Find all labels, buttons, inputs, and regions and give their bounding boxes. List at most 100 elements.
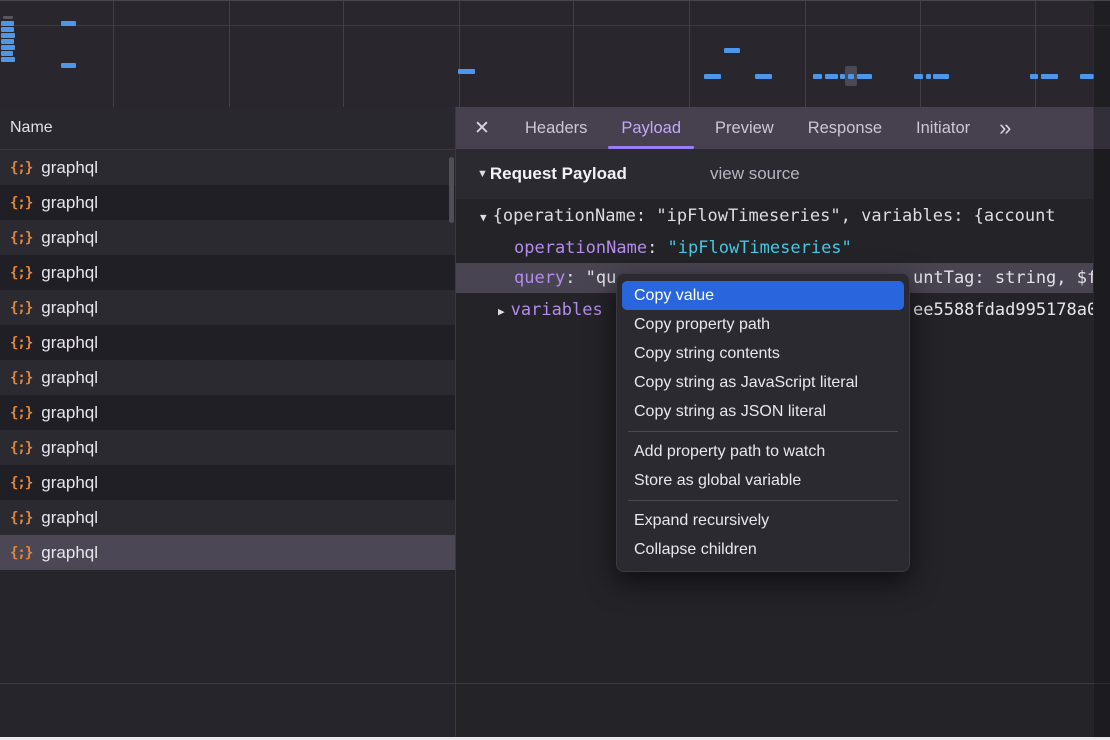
timeline-bar	[61, 63, 76, 68]
request-row[interactable]: {;}graphql	[0, 255, 455, 290]
request-row[interactable]: {;}graphql	[0, 360, 455, 395]
property-expander-icon: ▶	[498, 305, 505, 318]
timeline-bar	[1, 21, 14, 26]
json-braces-icon: {;}	[10, 265, 32, 281]
name-column-header[interactable]: Name	[0, 107, 455, 150]
object-preview-text: {operationName: "ipFlowTimeseries", vari…	[493, 206, 1056, 226]
property-key: variables	[511, 300, 603, 320]
json-braces-icon: {;}	[10, 160, 32, 176]
timeline-gridline	[459, 1, 460, 107]
request-row[interactable]: {;}graphql	[0, 325, 455, 360]
tab-initiator[interactable]: Initiator	[899, 107, 987, 149]
menu-item-expand-recursively[interactable]: Expand recursively	[622, 506, 904, 535]
timeline-bar	[1, 27, 14, 32]
request-payload-section-header[interactable]: ▼ Request Payload view source	[456, 149, 1093, 199]
request-list-panel: Name {;}graphql{;}graphql{;}graphql{;}gr…	[0, 107, 455, 737]
timeline-bar	[933, 74, 949, 79]
timeline-bar	[1, 57, 15, 62]
request-row[interactable]: {;} graphql	[0, 430, 455, 465]
list-scrollbar-thumb[interactable]	[449, 157, 454, 223]
menu-item-copy-value[interactable]: Copy value	[622, 281, 904, 310]
timeline-gridline	[805, 1, 806, 107]
devtools-network-panel: Name {;}graphql{;}graphql{;}graphql{;}gr…	[0, 0, 1110, 740]
context-menu: Copy valueCopy property pathCopy string …	[616, 273, 910, 572]
timeline-bar	[914, 74, 923, 79]
object-expander-icon: ▼	[480, 211, 487, 224]
request-row[interactable]: {;} graphql	[0, 220, 455, 255]
menu-item-copy-string-contents[interactable]: Copy string contents	[622, 339, 904, 368]
key-separator: :	[647, 238, 667, 258]
timeline-gridline	[113, 1, 114, 107]
more-tabs-chevron-icon[interactable]: »	[987, 107, 1023, 149]
request-name-label: graphql	[41, 403, 98, 423]
request-row[interactable]: {;}graphql	[0, 185, 455, 220]
close-icon[interactable]: ✕	[456, 107, 508, 149]
menu-item-copy-string-as-json-literal[interactable]: Copy string as JSON literal	[622, 397, 904, 426]
menu-item-copy-property-path[interactable]: Copy property path	[622, 310, 904, 339]
request-row[interactable]: {;} graphql	[0, 535, 455, 570]
json-braces-icon: {;}	[10, 440, 32, 456]
timeline-bar	[755, 74, 772, 79]
panel-footer-divider	[0, 683, 1110, 684]
json-braces-icon: {;}	[10, 510, 32, 526]
section-expander-icon: ▼	[477, 168, 488, 180]
timeline-gridline	[343, 1, 344, 107]
json-braces-icon: {;}	[10, 405, 32, 421]
request-name-label: graphql	[41, 228, 98, 248]
property-row-operationname[interactable]: operationName: "ipFlowTimeseries"	[456, 233, 1093, 263]
timeline-bar	[458, 69, 475, 74]
request-row[interactable]: {;} graphql	[0, 500, 455, 535]
overview-row-divider	[0, 25, 1110, 26]
timeline-bar	[825, 74, 838, 79]
request-name-label: graphql	[41, 298, 98, 318]
request-rows: {;} graphql {;} graphql {;} graphql {;} graphql…	[0, 150, 455, 570]
json-braces-icon: {;}	[10, 230, 32, 246]
request-name-label: graphql	[41, 438, 98, 458]
variables-value-fragment: ee5588fdad995178a0	[913, 295, 1093, 325]
menu-item-store-as-global-variable[interactable]: Store as global variable	[622, 466, 904, 495]
view-source-link[interactable]: view source	[710, 149, 800, 199]
timeline-bar	[1080, 74, 1094, 79]
request-name-label: graphql	[41, 473, 98, 493]
tab-preview[interactable]: Preview	[698, 107, 791, 149]
menu-item-collapse-children[interactable]: Collapse children	[622, 535, 904, 564]
menu-separator	[628, 500, 898, 501]
scrollbar-gutter	[1093, 1, 1110, 738]
property-value-start: "qu	[586, 268, 617, 288]
menu-item-copy-string-as-javascript-literal[interactable]: Copy string as JavaScript literal	[622, 368, 904, 397]
json-braces-icon: {;}	[10, 195, 32, 211]
menu-separator	[628, 431, 898, 432]
request-name-label: graphql	[41, 158, 98, 178]
timeline-bar	[61, 21, 76, 26]
request-row[interactable]: {;} graphql	[0, 465, 455, 500]
menu-item-add-property-path-to-watch[interactable]: Add property path to watch	[622, 437, 904, 466]
json-braces-icon: {;}	[10, 545, 32, 561]
timeline-bar	[813, 74, 822, 79]
request-name-label: graphql	[41, 508, 98, 528]
timeline-gridline	[229, 1, 230, 107]
section-title: Request Payload	[490, 164, 627, 184]
timeline-bar	[3, 16, 13, 19]
tab-headers[interactable]: Headers	[508, 107, 604, 149]
timeline-gridline	[573, 1, 574, 107]
tabs: HeadersPayloadPreviewResponseInitiator	[508, 107, 987, 149]
request-row[interactable]: {;} graphql	[0, 395, 455, 430]
timeline-bar	[724, 48, 740, 53]
tab-response[interactable]: Response	[791, 107, 899, 149]
payload-preview-row[interactable]: ▼ {operationName: "ipFlowTimeseries", var…	[456, 201, 1093, 231]
timeline-bar	[1, 33, 15, 38]
timeline-bar	[926, 74, 931, 79]
json-braces-icon: {;}	[10, 300, 32, 316]
request-row[interactable]: {;} graphql	[0, 290, 455, 325]
request-name-label: graphql	[41, 368, 98, 388]
property-value: "ipFlowTimeseries"	[668, 238, 852, 258]
timeline-bar	[1030, 74, 1038, 79]
network-overview-timeline[interactable]	[0, 1, 1110, 108]
tab-payload[interactable]: Payload	[604, 107, 698, 149]
json-braces-icon: {;}	[10, 475, 32, 491]
detail-tab-bar: ✕ HeadersPayloadPreviewResponseInitiator…	[456, 107, 1110, 149]
property-key: operationName	[514, 238, 647, 258]
timeline-bar	[1, 39, 14, 44]
request-name-label: graphql	[41, 543, 98, 563]
request-row[interactable]: {;} graphql	[0, 150, 455, 185]
